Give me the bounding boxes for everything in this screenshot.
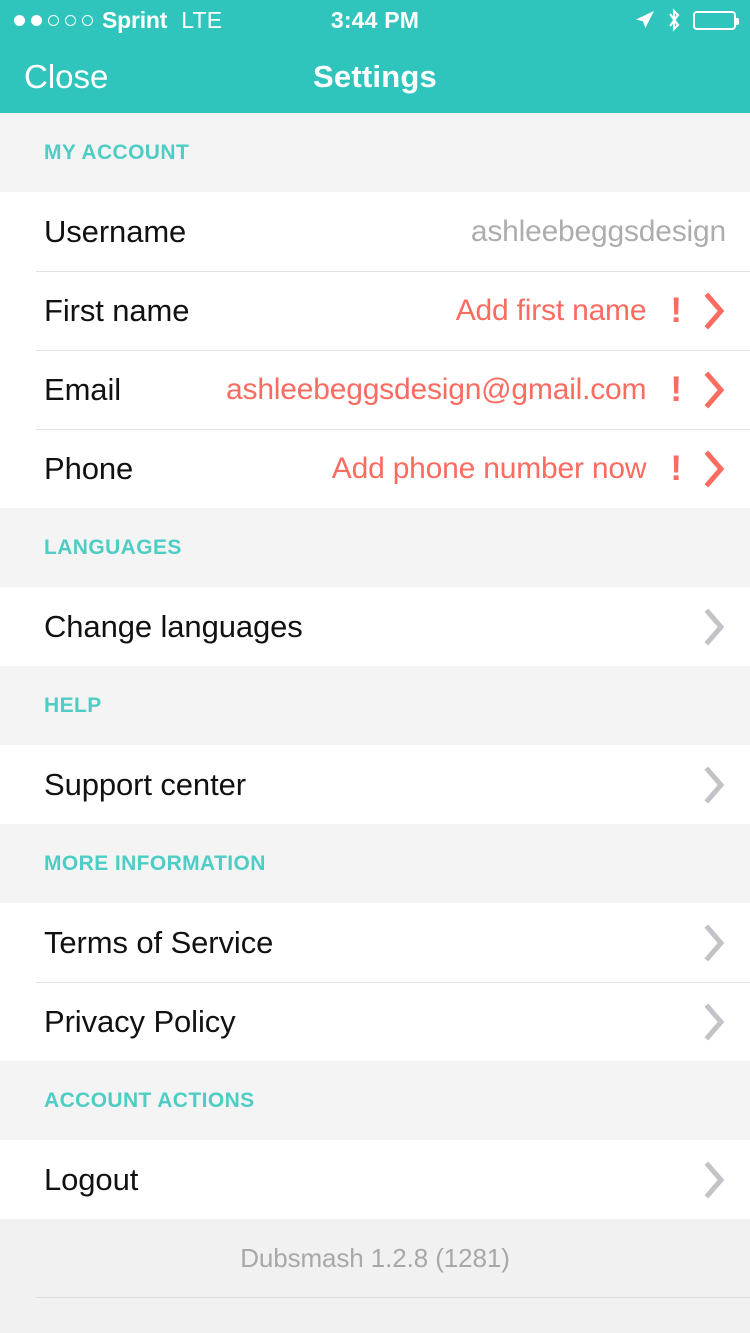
network-type-label: LTE [181,6,223,33]
section-header-label: MY ACCOUNT [44,140,190,164]
settings-list: MY ACCOUNT Username ashleebeggsdesign First… [0,113,750,1219]
chevron-right-icon [704,370,726,409]
settings-row-accessory: ashleebeggsdesign [471,215,726,249]
settings-row-label: Support center [44,766,246,802]
settings-row[interactable]: Terms of Service [0,903,750,982]
chevron-right-icon [704,1002,726,1041]
clock-label: 3:44 PM [330,6,420,33]
settings-row[interactable]: Support center [0,745,750,824]
settings-row[interactable]: First name Add first name! [0,271,750,350]
settings-row[interactable]: Change languages [0,587,750,666]
section-header-label: HELP [44,693,102,717]
settings-row[interactable]: Email ashleebeggsdesign@gmail.com! [0,350,750,429]
settings-row-value: ashleebeggsdesign [470,214,726,248]
section-header-label: LANGUAGES [44,535,182,559]
settings-row[interactable]: Logout [0,1140,750,1219]
section-header: LANGUAGES [0,508,750,587]
settings-row-label: Email [44,371,122,407]
settings-row-label: Username [44,213,187,249]
settings-row-label: Privacy Policy [44,1003,236,1039]
section-header-label: MORE INFORMATION [44,851,266,875]
signal-dot [82,14,93,26]
signal-dot [31,14,42,26]
navigation-bar: Close Settings [0,40,750,113]
signal-dot [65,14,76,26]
chevron-right-icon [704,765,726,804]
settings-row-label: First name [44,292,190,328]
settings-row-value: ashleebeggsdesign@gmail.com [226,372,647,406]
settings-row-accessory [682,607,726,646]
settings-row[interactable]: Phone Add phone number now! [0,429,750,508]
settings-row-accessory: Add first name! [455,291,726,330]
signal-strength-dots [14,14,93,26]
settings-row-accessory [682,765,726,804]
settings-row[interactable]: Username ashleebeggsdesign [0,192,750,271]
warning-exclamation-icon: ! [670,370,682,409]
settings-row-label: Terms of Service [44,924,274,960]
settings-screen: Sprint LTE 3:44 PM Close Settings MY ACC… [0,0,750,1333]
settings-row-accessory [682,923,726,962]
status-bar: Sprint LTE 3:44 PM [0,0,750,40]
settings-row-accessory [682,1160,726,1199]
status-bar-right [633,8,739,32]
app-version-footer: Dubsmash 1.2.8 (1281) [0,1219,750,1297]
close-button[interactable]: Close [0,58,108,96]
section-header: HELP [0,666,750,745]
settings-row-accessory: ashleebeggsdesign@gmail.com! [226,370,726,409]
settings-row[interactable]: Privacy Policy [0,982,750,1061]
section-header: ACCOUNT ACTIONS [0,1061,750,1140]
battery-icon [693,10,739,30]
chevron-right-icon [704,923,726,962]
chevron-right-icon [704,607,726,646]
settings-row-label: Logout [44,1161,139,1197]
settings-row-label: Change languages [44,608,303,644]
settings-row-label: Phone [44,450,134,486]
carrier-label: Sprint [102,6,168,33]
warning-exclamation-icon: ! [670,449,682,488]
page-title: Settings [313,58,437,94]
chevron-right-icon [704,291,726,330]
warning-exclamation-icon: ! [670,291,682,330]
settings-row-accessory: Add phone number now! [331,449,726,488]
app-version-label: Dubsmash 1.2.8 (1281) [240,1242,510,1273]
bluetooth-icon [666,8,682,32]
chevron-right-icon [704,1160,726,1199]
settings-row-accessory [682,1002,726,1041]
location-arrow-icon [633,9,655,31]
section-header-label: ACCOUNT ACTIONS [44,1088,255,1112]
section-header: MORE INFORMATION [0,824,750,903]
settings-row-value: Add phone number now [331,451,647,485]
signal-dot [14,14,25,26]
chevron-right-icon [704,449,726,488]
footer-divider [0,1297,750,1298]
status-bar-left: Sprint LTE [14,7,222,34]
signal-dot [48,14,59,26]
settings-row-value: Add first name [455,293,647,327]
section-header: MY ACCOUNT [0,113,750,192]
